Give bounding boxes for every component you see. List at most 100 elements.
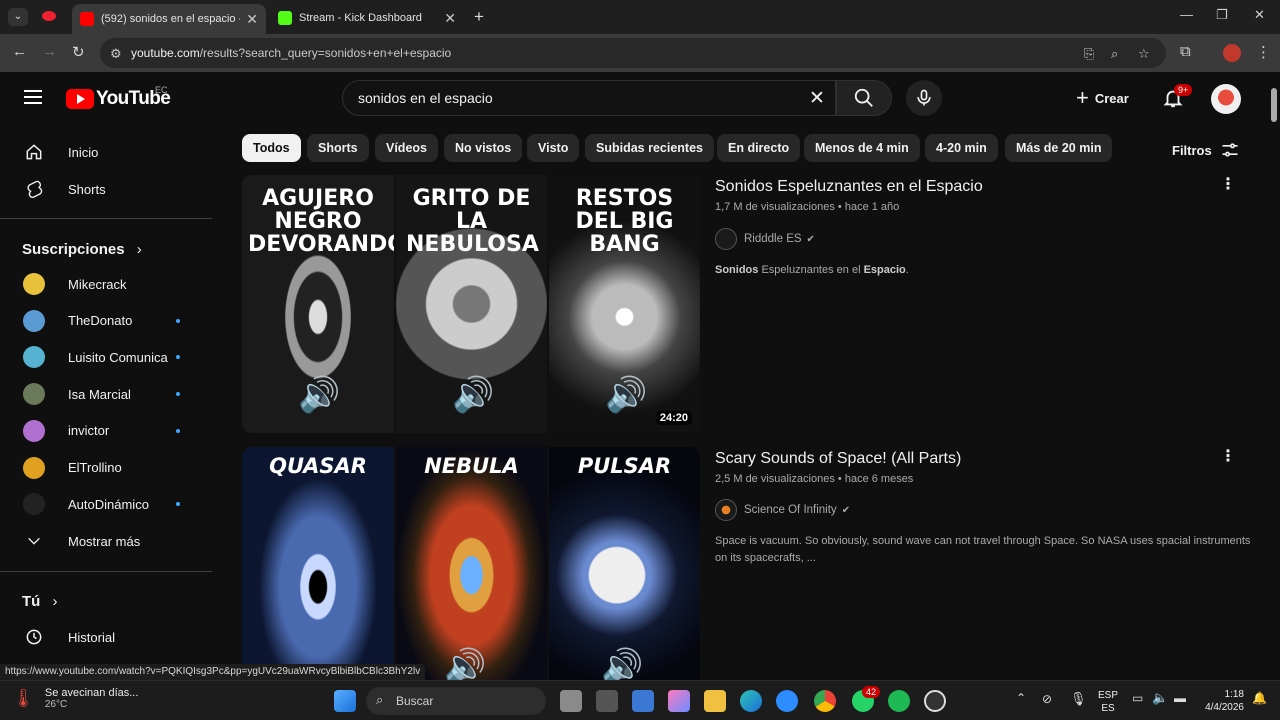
you-header[interactable]: Tú › — [22, 593, 58, 610]
sidebar-sub-item[interactable]: AutoDinámico — [12, 486, 202, 522]
profile-avatar[interactable] — [1223, 44, 1241, 62]
search-button[interactable] — [836, 80, 892, 116]
notification-center-icon[interactable]: 🔔 — [1252, 691, 1267, 705]
zoom-icon[interactable]: ⌕ — [1111, 46, 1118, 62]
account-avatar[interactable] — [1211, 84, 1241, 114]
hamburger-menu-icon[interactable] — [24, 90, 42, 104]
filter-chip[interactable]: No vistos — [444, 134, 523, 162]
scrollbar-thumb[interactable] — [1271, 88, 1277, 122]
scrollbar[interactable] — [1268, 72, 1280, 680]
weather-widget[interactable]: 🌡 Se avecinan días... 26°C — [12, 687, 138, 710]
video-title[interactable]: Sonidos Espeluznantes en el Espacio — [715, 178, 983, 196]
filter-chip[interactable]: Vídeos — [375, 134, 438, 162]
windows-start-icon[interactable] — [334, 690, 356, 712]
edge-icon[interactable] — [740, 690, 762, 712]
plus-icon: + — [1076, 85, 1089, 110]
restore-icon[interactable]: ❐ — [1216, 7, 1228, 23]
spotify-icon[interactable] — [888, 690, 910, 712]
back-icon[interactable]: ← — [12, 43, 27, 60]
sidebar-item-shorts[interactable]: Shorts — [12, 171, 202, 207]
close-tab-icon[interactable]: ✕ — [444, 10, 456, 27]
task-view-icon[interactable] — [560, 690, 582, 712]
tray-chevron-up-icon[interactable]: ⌃ — [1016, 691, 1026, 705]
filter-chip[interactable]: Todos — [242, 134, 301, 162]
tab-search-button[interactable]: ⌄ — [8, 8, 28, 26]
sidebar-sub-item[interactable]: TheDonato — [12, 303, 202, 339]
tab-kick[interactable]: Stream - Kick Dashboard ✕ — [270, 4, 464, 32]
desc-text: Espeluznantes en el — [758, 264, 864, 276]
new-tab-button[interactable]: + — [474, 7, 484, 27]
app-icon[interactable] — [596, 690, 618, 712]
more-actions-icon[interactable]: ⋮ — [1220, 446, 1236, 466]
avatar — [23, 273, 45, 295]
reload-icon[interactable]: ↻ — [72, 43, 85, 61]
sidebar-item-inicio[interactable]: Inicio — [12, 134, 202, 170]
youtube-logo-icon[interactable] — [66, 89, 94, 109]
bookmark-star-icon[interactable]: ☆ — [1138, 46, 1150, 62]
video-thumbnail[interactable]: AGUJERO NEGRO DEVORANDO 🔊 GRITO DE LA NE… — [242, 175, 700, 433]
microphone-tray-icon[interactable]: 🎙 — [1070, 691, 1087, 707]
tab-youtube[interactable]: (592) sonidos en el espacio - Yo ✕ — [72, 4, 266, 34]
sliders-icon — [1222, 143, 1238, 157]
pinned-tab-icon[interactable] — [42, 11, 56, 21]
forward-icon[interactable]: → — [42, 43, 57, 60]
subscriptions-header[interactable]: Suscripciones › — [22, 241, 142, 258]
filter-chip[interactable]: Shorts — [307, 134, 369, 162]
notifications-button[interactable]: 9+ — [1162, 84, 1193, 114]
channel-avatar — [22, 456, 46, 480]
language-indicator[interactable]: ESP ES — [1098, 689, 1118, 715]
address-bar[interactable]: ⚙ youtube.com/results?search_query=sonid… — [100, 38, 1166, 68]
create-label: Crear — [1094, 90, 1129, 106]
extensions-icon[interactable]: ⧉ — [1180, 43, 1191, 60]
filter-chip[interactable]: Visto — [527, 134, 580, 162]
tab-title: Stream - Kick Dashboard — [299, 12, 422, 24]
close-tab-icon[interactable]: ✕ — [246, 11, 258, 28]
volume-icon[interactable]: 🔈 — [1152, 690, 1168, 706]
filter-chip[interactable]: 4-20 min — [925, 134, 998, 162]
obs-icon[interactable] — [924, 690, 946, 712]
zoom-app-icon[interactable] — [776, 690, 798, 712]
filter-chip[interactable]: Menos de 4 min — [804, 134, 920, 162]
sidebar-sub-item[interactable]: Isa Marcial — [12, 376, 202, 412]
site-info-icon[interactable]: ⚙ — [110, 46, 122, 62]
filter-chip[interactable]: En directo — [717, 134, 801, 162]
channel-link[interactable]: Science Of Infinity ✔ — [715, 499, 850, 521]
clock[interactable]: 1:18 4/4/2026 — [1198, 688, 1244, 714]
chrome-icon[interactable] — [814, 690, 836, 712]
verified-icon: ✔ — [841, 504, 851, 516]
install-app-icon[interactable]: ⎘ — [1084, 46, 1094, 62]
video-title[interactable]: Scary Sounds of Space! (All Parts) — [715, 450, 961, 468]
taskbar-search[interactable]: ⌕ Buscar — [366, 687, 546, 715]
video-thumbnail[interactable]: QUASAR NEBULA 🔊 PULSAR 🔊 — [242, 447, 700, 680]
network-off-icon[interactable]: ⊘ — [1042, 692, 1052, 706]
more-actions-icon[interactable]: ⋮ — [1220, 174, 1236, 194]
minimize-icon[interactable]: — — [1180, 7, 1193, 22]
avatar — [23, 383, 45, 406]
filters-button[interactable]: Filtros — [1172, 140, 1240, 160]
file-explorer-icon[interactable] — [704, 690, 726, 712]
browser-menu-icon[interactable]: ⋮ — [1256, 43, 1271, 61]
display-icon[interactable]: ▭ — [1132, 691, 1143, 705]
url-text: youtube.com/results?search_query=sonidos… — [131, 46, 451, 60]
voice-search-button[interactable] — [906, 80, 942, 116]
channel-link[interactable]: Ridddle ES ✔ — [715, 228, 815, 250]
chevron-down-icon — [22, 529, 46, 553]
new-content-dot — [176, 355, 180, 360]
filter-chip[interactable]: Más de 20 min — [1005, 134, 1113, 162]
sidebar-sub-item[interactable]: Mikecrack — [12, 266, 202, 302]
show-more-button[interactable]: Mostrar más — [12, 523, 202, 559]
sidebar-item-historial[interactable]: Historial — [12, 619, 202, 655]
clear-search-icon[interactable]: ✕ — [809, 87, 825, 110]
copilot-icon[interactable] — [668, 690, 690, 712]
battery-icon[interactable]: ▬ — [1174, 691, 1186, 705]
channel-avatar — [22, 345, 46, 369]
filter-chip[interactable]: Subidas recientes — [585, 134, 714, 162]
sidebar-sub-item[interactable]: invictor — [12, 413, 202, 449]
search-input[interactable]: sonidos en el espacio ✕ — [342, 80, 836, 116]
close-window-icon[interactable]: ✕ — [1254, 7, 1265, 23]
sidebar-sub-item[interactable]: ElTrollino — [12, 450, 202, 486]
store-icon[interactable] — [632, 690, 654, 712]
sidebar-sub-item[interactable]: Luisito Comunica — [12, 339, 202, 375]
create-button[interactable]: + Crear — [1064, 81, 1141, 115]
thermometer-icon: 🌡 — [12, 688, 35, 708]
